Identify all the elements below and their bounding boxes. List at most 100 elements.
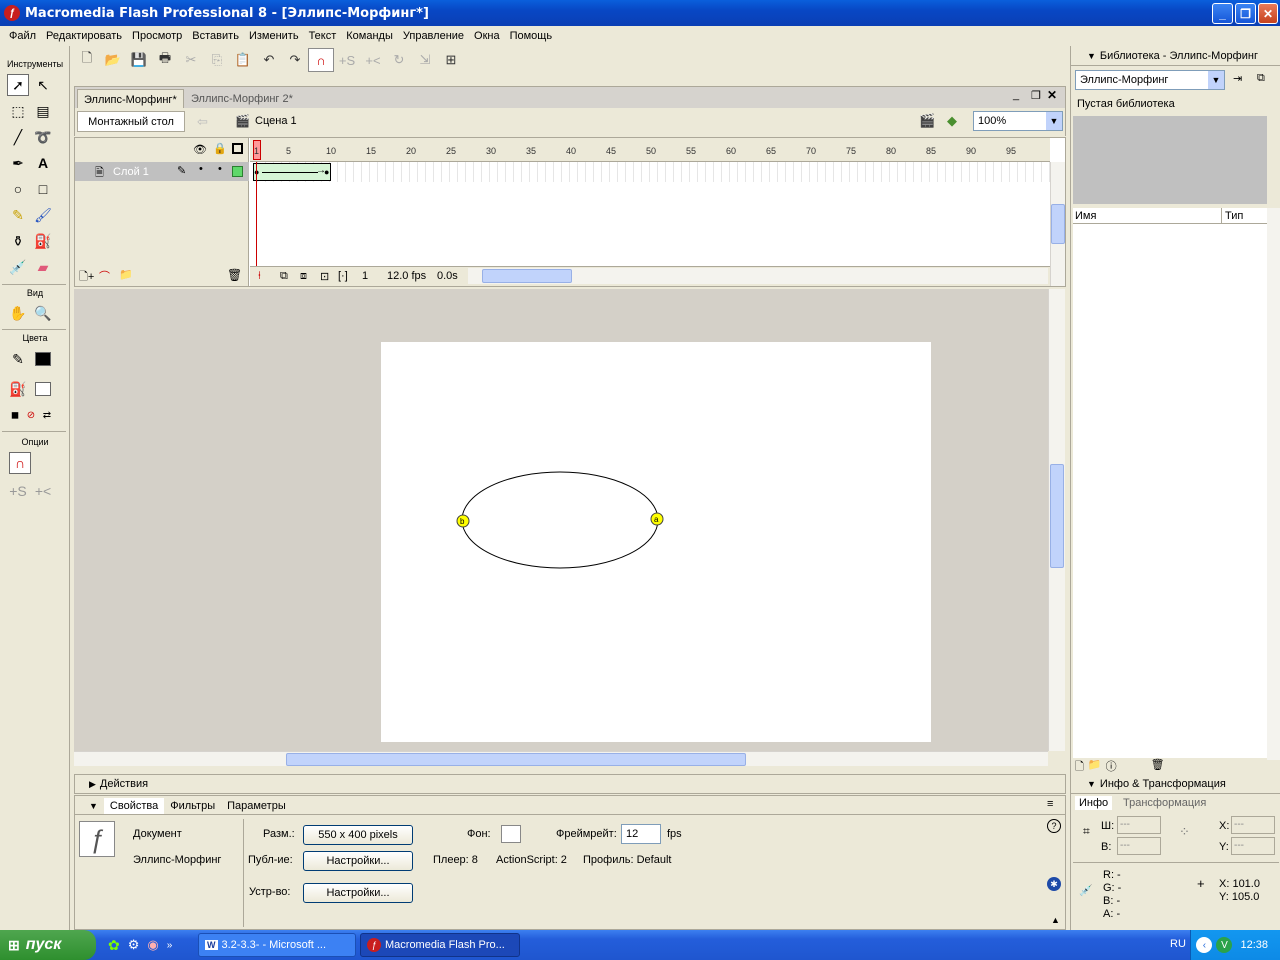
brush-tool-icon[interactable]: 🖌 <box>32 204 54 226</box>
straighten-toolbar-icon[interactable]: +< <box>360 48 386 72</box>
close-button[interactable]: ✕ <box>1258 3 1278 24</box>
layer-row[interactable]: 🗎 Слой 1 ✎ • • <box>75 162 249 181</box>
quicklaunch-icon-2[interactable]: ⚙ <box>128 937 140 953</box>
timeline-hscroll-thumb[interactable] <box>482 269 572 283</box>
chevron-down-icon[interactable]: ▼ <box>1046 112 1062 130</box>
pencil-tool-icon[interactable]: ✎ <box>7 204 29 226</box>
width-field[interactable]: --- <box>1117 816 1161 834</box>
onion-skin-icon[interactable]: ⧉ <box>280 270 288 283</box>
menu-edit[interactable]: Редактировать <box>41 30 127 42</box>
edit-symbols-icon[interactable]: ◆ <box>947 113 957 129</box>
rectangle-tool-icon[interactable]: □ <box>32 178 54 200</box>
edit-scene-icon[interactable]: 🎬 <box>919 113 935 129</box>
library-delete-icon[interactable]: 🗑 <box>1151 758 1165 774</box>
stage-canvas[interactable]: b a <box>381 342 931 742</box>
tab-parameters[interactable]: Параметры <box>221 798 292 814</box>
copy-icon[interactable]: ⎘ <box>204 48 230 72</box>
library-col-name[interactable]: Имя <box>1075 210 1096 222</box>
redo-icon[interactable]: ↷ <box>282 48 308 72</box>
quicklaunch-more-icon[interactable]: » <box>167 940 173 951</box>
actions-panel-header[interactable]: ▶ Действия <box>74 774 1066 794</box>
menu-commands[interactable]: Команды <box>341 30 398 42</box>
framerate-input[interactable]: 12 <box>621 824 661 844</box>
menu-view[interactable]: Просмотр <box>127 30 187 42</box>
snap-magnet-toolbar-icon[interactable]: ∩ <box>308 48 334 72</box>
add-folder-icon[interactable]: 📁 <box>119 268 133 281</box>
timeline-ruler[interactable]: 1 5 10 15 20 25 30 35 40 45 50 55 60 65 70 75 80 85 90 95 <box>250 138 1050 162</box>
stage-vscroll-thumb[interactable] <box>1050 464 1064 568</box>
open-folder-icon[interactable]: 📂 <box>100 48 126 72</box>
tray-app-icon[interactable]: V <box>1216 937 1233 953</box>
tab-properties[interactable]: Свойства <box>103 797 165 814</box>
fill-transform-icon[interactable]: ▤ <box>32 100 54 122</box>
timeline-toggle-button[interactable]: Монтажный стол <box>77 111 185 132</box>
menu-window[interactable]: Окна <box>469 30 505 42</box>
motion-tween-span[interactable]: ● → ● <box>253 163 331 181</box>
rotate-icon[interactable]: ↻ <box>386 48 412 72</box>
doc-restore-icon[interactable]: ❐ <box>1031 89 1041 102</box>
print-icon[interactable]: 🖶 <box>152 48 178 72</box>
lock-icon[interactable]: 🔒 <box>213 142 227 155</box>
scale-icon[interactable]: ⇲ <box>412 48 438 72</box>
text-tool-icon[interactable]: A <box>32 152 54 174</box>
timeline-frames[interactable]: ● → ● <box>250 162 1050 182</box>
properties-icon[interactable]: ⓘ <box>1106 758 1117 774</box>
zoom-select[interactable]: 100% ▼ <box>973 111 1063 131</box>
stage-vscroll[interactable] <box>1048 289 1065 751</box>
subselection-tool-icon[interactable]: ↖ <box>32 74 54 96</box>
lasso-tool-icon[interactable]: ➰ <box>32 126 54 148</box>
paint-bucket-icon[interactable]: ⛽ <box>32 230 54 252</box>
timeline-vscroll-thumb[interactable] <box>1051 204 1065 244</box>
library-header[interactable]: ▼ Библиотека - Эллипс-Морфинг <box>1071 46 1280 66</box>
selection-tool-icon[interactable]: ➚ <box>7 74 29 96</box>
add-layer-icon[interactable]: 🗋+ <box>79 268 94 287</box>
quicklaunch-icon-3[interactable]: ◉ <box>147 937 158 953</box>
menu-file[interactable]: Файл <box>4 30 41 42</box>
eraser-icon[interactable]: ▰ <box>32 256 54 278</box>
eye-icon[interactable]: 👁 <box>193 143 207 156</box>
layer-lock-dot[interactable]: • <box>218 163 222 175</box>
free-transform-icon[interactable]: ⬚ <box>7 100 29 122</box>
stage-hscroll-thumb[interactable] <box>286 753 746 766</box>
quicklaunch-icon-1[interactable]: ✿ <box>108 937 120 954</box>
delete-layer-icon[interactable]: 🗑 <box>227 268 242 282</box>
stage-area[interactable]: b a <box>74 289 1048 751</box>
snap-magnet-icon[interactable]: ∩ <box>9 452 31 474</box>
paste-icon[interactable]: 📋 <box>230 48 256 72</box>
panel-menu-icon[interactable]: ≡ <box>1047 798 1053 810</box>
align-icon[interactable]: ⊞ <box>438 48 464 72</box>
language-indicator[interactable]: RU <box>1170 938 1186 950</box>
new-library-panel-icon[interactable]: ⧉ <box>1257 72 1265 85</box>
stroke-color-swatch[interactable] <box>32 348 54 370</box>
tab-ellipse-morphing[interactable]: Эллипс-Морфинг* <box>77 89 184 109</box>
edit-multiple-frames-icon[interactable]: ⊡ <box>320 270 329 283</box>
undo-icon[interactable]: ↶ <box>256 48 282 72</box>
smooth-icon[interactable]: +S <box>7 480 29 502</box>
stage[interactable]: b a <box>381 342 931 742</box>
ellipse-shape[interactable] <box>461 471 659 569</box>
pin-library-icon[interactable]: ⇥ <box>1233 72 1242 85</box>
zoom-tool-icon[interactable]: 🔍 <box>32 302 54 324</box>
pen-tool-icon[interactable]: ✒ <box>7 152 29 174</box>
new-folder-icon[interactable]: 📁 <box>1088 758 1102 774</box>
hand-tool-icon[interactable]: ✋ <box>7 302 29 324</box>
minimize-button[interactable]: _ <box>1212 3 1233 24</box>
device-settings-button[interactable]: Настройки... <box>303 883 413 903</box>
library-list[interactable] <box>1073 224 1267 758</box>
new-symbol-icon[interactable]: 🗋 <box>1075 758 1084 774</box>
oval-tool-icon[interactable]: ○ <box>7 178 29 200</box>
accessibility-icon[interactable]: ✱ <box>1047 877 1061 891</box>
collapse-up-icon[interactable]: ▲ <box>1051 915 1060 925</box>
library-doc-select[interactable]: Эллипс-Морфинг ▼ <box>1075 70 1225 90</box>
taskbar-item-flash[interactable]: ƒ Macromedia Flash Pro... <box>360 933 520 957</box>
layer-visible-dot[interactable]: • <box>199 163 203 175</box>
timeline-hscroll[interactable] <box>468 268 1048 284</box>
menu-control[interactable]: Управление <box>398 30 469 42</box>
registration-grid-icon[interactable]: ⁘ <box>1179 824 1190 840</box>
center-frame-icon[interactable]: ⍿ <box>258 270 261 283</box>
tray-arrow-icon[interactable]: ‹ <box>1196 937 1213 953</box>
cut-icon[interactable]: ✂ <box>178 48 204 72</box>
doc-minimize-icon[interactable]: _ <box>1013 89 1019 101</box>
new-file-icon[interactable]: 🗋 <box>74 48 100 72</box>
y-field[interactable]: --- <box>1231 837 1275 855</box>
